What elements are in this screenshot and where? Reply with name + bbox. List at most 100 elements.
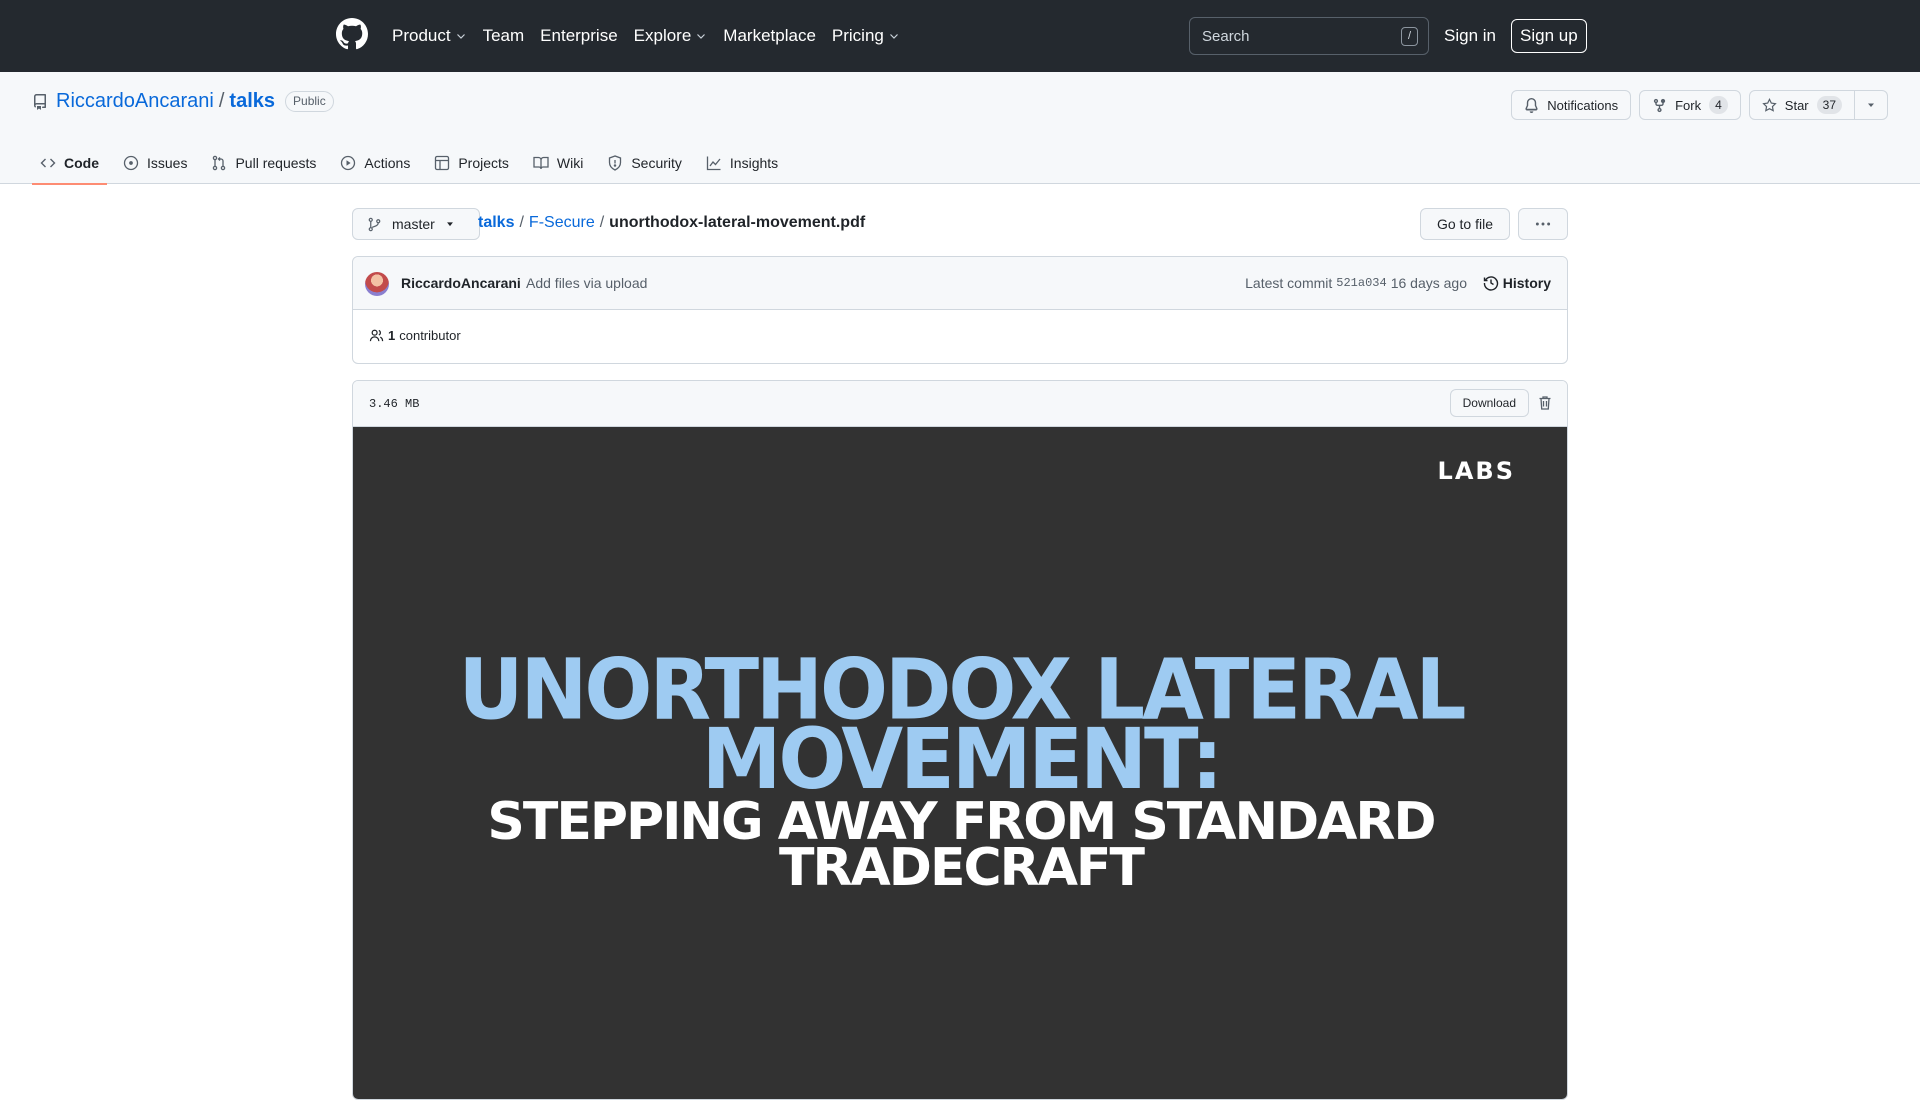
- sign-in-link[interactable]: Sign in: [1444, 26, 1496, 46]
- code-icon: [40, 158, 56, 168]
- more-options-button[interactable]: [1518, 208, 1568, 240]
- chevron-down-icon: [889, 34, 898, 39]
- star-icon: [1762, 97, 1777, 112]
- breadcrumb-file-name: unorthodox-lateral-movement.pdf: [609, 214, 866, 231]
- trash-icon[interactable]: [1537, 395, 1553, 411]
- search-box: /: [1189, 17, 1429, 55]
- tab-wiki[interactable]: Wiki: [525, 142, 591, 184]
- chevron-down-icon: [456, 34, 465, 39]
- breadcrumb: talks / F-Secure / unorthodox-lateral-mo…: [478, 214, 865, 232]
- fork-button[interactable]: Fork 4: [1639, 90, 1741, 120]
- star-label: Star: [1784, 97, 1809, 113]
- tab-actions[interactable]: Actions: [332, 142, 418, 184]
- star-count: 37: [1816, 96, 1842, 114]
- breadcrumb-repo-link[interactable]: talks: [478, 214, 514, 232]
- tab-security[interactable]: Security: [599, 142, 690, 184]
- nav-pricing[interactable]: Pricing: [832, 26, 900, 46]
- tab-code[interactable]: Code: [32, 142, 107, 185]
- nav-team-label: Team: [482, 26, 525, 45]
- go-to-file-button[interactable]: Go to file: [1419, 208, 1510, 240]
- graph-icon: [706, 156, 721, 171]
- tab-wiki-label: Wiki: [556, 155, 584, 171]
- nav-explore[interactable]: Explore: [634, 26, 708, 46]
- tab-projects[interactable]: Projects: [426, 142, 517, 184]
- slide-subtitle: STEPPING AWAY FROM STANDARD TRADECRAFT: [353, 796, 1567, 894]
- path-bar: master talks / F-Secure / unorthodox-lat…: [352, 208, 1568, 240]
- nav-marketplace[interactable]: Marketplace: [723, 26, 816, 46]
- nav-product[interactable]: Product: [392, 26, 467, 46]
- nav-enterprise-label: Enterprise: [540, 26, 618, 45]
- tab-issues-label: Issues: [147, 155, 188, 171]
- tab-insights[interactable]: Insights: [698, 142, 786, 184]
- contributors-label: contributor: [399, 328, 461, 343]
- pull-request-icon: [213, 155, 226, 171]
- history-link[interactable]: History: [1483, 275, 1551, 291]
- contributors-row: 1 contributor: [353, 310, 1567, 363]
- triangle-down-icon: [446, 222, 453, 227]
- search-input[interactable]: [1190, 18, 1428, 54]
- chevron-down-icon: [697, 34, 706, 39]
- commit-row: RiccardoAncarani Add files via upload La…: [353, 257, 1567, 310]
- file-size: 3.46 MB: [369, 397, 420, 411]
- tab-issues[interactable]: Issues: [115, 142, 195, 184]
- breadcrumb-separator: /: [599, 214, 605, 231]
- tab-pull-requests-label: Pull requests: [235, 155, 317, 171]
- commit-time: 16 days ago: [1390, 275, 1467, 291]
- visibility-badge: Public: [285, 91, 334, 112]
- notifications-button[interactable]: Notifications: [1511, 90, 1632, 120]
- book-icon: [533, 156, 549, 170]
- contributors-count: 1: [388, 328, 396, 343]
- people-icon: [369, 329, 384, 342]
- pdf-page-preview[interactable]: LABS UNORTHODOX LATERAL MOVEMENT: STEPPI…: [353, 427, 1567, 1099]
- bell-icon: [1525, 97, 1538, 113]
- breadcrumb-folder-link[interactable]: F-Secure: [529, 214, 595, 232]
- latest-commit-box: RiccardoAncarani Add files via upload La…: [352, 256, 1568, 364]
- shield-icon: [609, 155, 622, 171]
- tab-actions-label: Actions: [364, 155, 411, 171]
- sign-up-button[interactable]: Sign up: [1511, 19, 1587, 53]
- triangle-down-icon: [1868, 103, 1874, 107]
- repo-owner-link[interactable]: RiccardoAncarani: [56, 90, 214, 113]
- star-dropdown-button[interactable]: [1855, 90, 1888, 120]
- table-icon: [435, 155, 450, 171]
- repo-tabs: Code Issues Pull requests Actions Projec…: [32, 142, 794, 185]
- branch-select-button[interactable]: master: [352, 208, 480, 240]
- commit-author-link[interactable]: RiccardoAncarani: [401, 275, 521, 291]
- github-logo-icon[interactable]: [336, 18, 368, 50]
- breadcrumb-separator: /: [519, 214, 524, 231]
- fork-count: 4: [1709, 96, 1728, 114]
- tab-code-label: Code: [64, 155, 99, 171]
- tab-security-label: Security: [631, 155, 682, 171]
- nav-pricing-label: Pricing: [831, 26, 884, 45]
- search-shortcut-key: /: [1401, 27, 1418, 46]
- commit-message-link[interactable]: Add files via upload: [526, 275, 647, 291]
- kebab-horizontal-icon: [1535, 222, 1551, 226]
- fork-label: Fork: [1675, 97, 1702, 113]
- fork-icon: [1653, 98, 1666, 112]
- star-group: Star 37: [1748, 90, 1888, 120]
- history-label: History: [1502, 275, 1551, 291]
- tab-insights-label: Insights: [729, 155, 779, 171]
- repo-name-link[interactable]: talks: [229, 90, 275, 113]
- nav-marketplace-label: Marketplace: [723, 26, 816, 45]
- download-button[interactable]: Download: [1449, 389, 1529, 417]
- global-nav: Product Team Enterprise Explore Marketpl…: [392, 0, 916, 72]
- commit-meta: Latest commit 521a034 16 days ago: [1245, 275, 1467, 291]
- history-icon: [1483, 276, 1498, 291]
- branch-name: master: [392, 216, 435, 232]
- commit-sha-link[interactable]: 521a034: [1336, 276, 1386, 290]
- global-header: Product Team Enterprise Explore Marketpl…: [0, 0, 1920, 72]
- file-header: 3.46 MB Download: [353, 381, 1567, 427]
- tab-pull-requests[interactable]: Pull requests: [203, 142, 324, 184]
- contributors-link[interactable]: 1 contributor: [369, 328, 461, 343]
- star-button[interactable]: Star 37: [1748, 90, 1855, 120]
- labs-logo: LABS: [1437, 457, 1515, 485]
- play-icon: [341, 155, 356, 171]
- nav-team[interactable]: Team: [483, 26, 525, 46]
- git-branch-icon: [368, 217, 381, 231]
- file-viewer: 3.46 MB Download LABS UNORTHODOX LATERAL…: [352, 380, 1568, 1100]
- slide-title: UNORTHODOX LATERAL MOVEMENT:: [353, 648, 1567, 801]
- avatar[interactable]: [365, 272, 389, 296]
- nav-enterprise[interactable]: Enterprise: [540, 26, 617, 46]
- tab-projects-label: Projects: [458, 155, 509, 171]
